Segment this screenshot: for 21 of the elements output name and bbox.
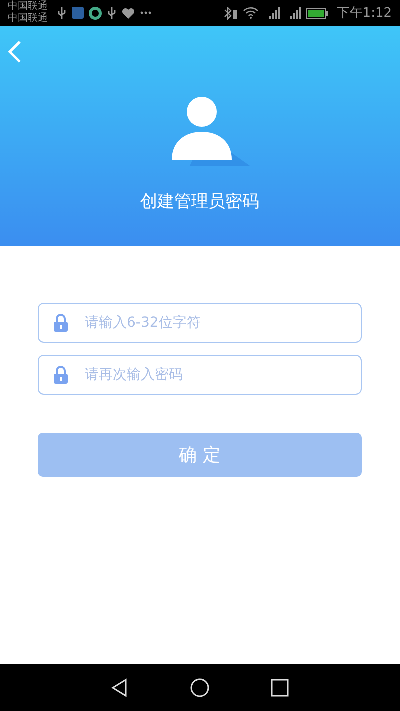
usb-icon — [107, 6, 117, 20]
wifi-icon — [242, 7, 259, 19]
status-time: 下午1:12 — [336, 5, 392, 22]
lock-icon — [53, 366, 69, 384]
back-nav-icon[interactable] — [110, 678, 130, 698]
carrier-name: 中国联通 — [8, 13, 48, 25]
lock-icon — [53, 314, 69, 332]
page-title: 创建管理员密码 — [140, 191, 260, 213]
app-icon — [89, 6, 102, 20]
password-field[interactable]: 请输入6-32位字符 — [38, 303, 362, 343]
battery-icon — [306, 8, 328, 18]
carrier-name: 中国联通 — [8, 1, 48, 12]
bluetooth-icon — [224, 6, 238, 20]
password-field[interactable]: 请再次输入密码 — [38, 355, 362, 395]
more-icon — [140, 11, 152, 15]
usb-icon — [57, 6, 67, 20]
user-icon — [170, 96, 250, 166]
heart-icon — [122, 8, 135, 18]
home-icon[interactable] — [190, 678, 210, 698]
app-icon — [72, 7, 84, 19]
recents-icon[interactable] — [270, 678, 290, 698]
